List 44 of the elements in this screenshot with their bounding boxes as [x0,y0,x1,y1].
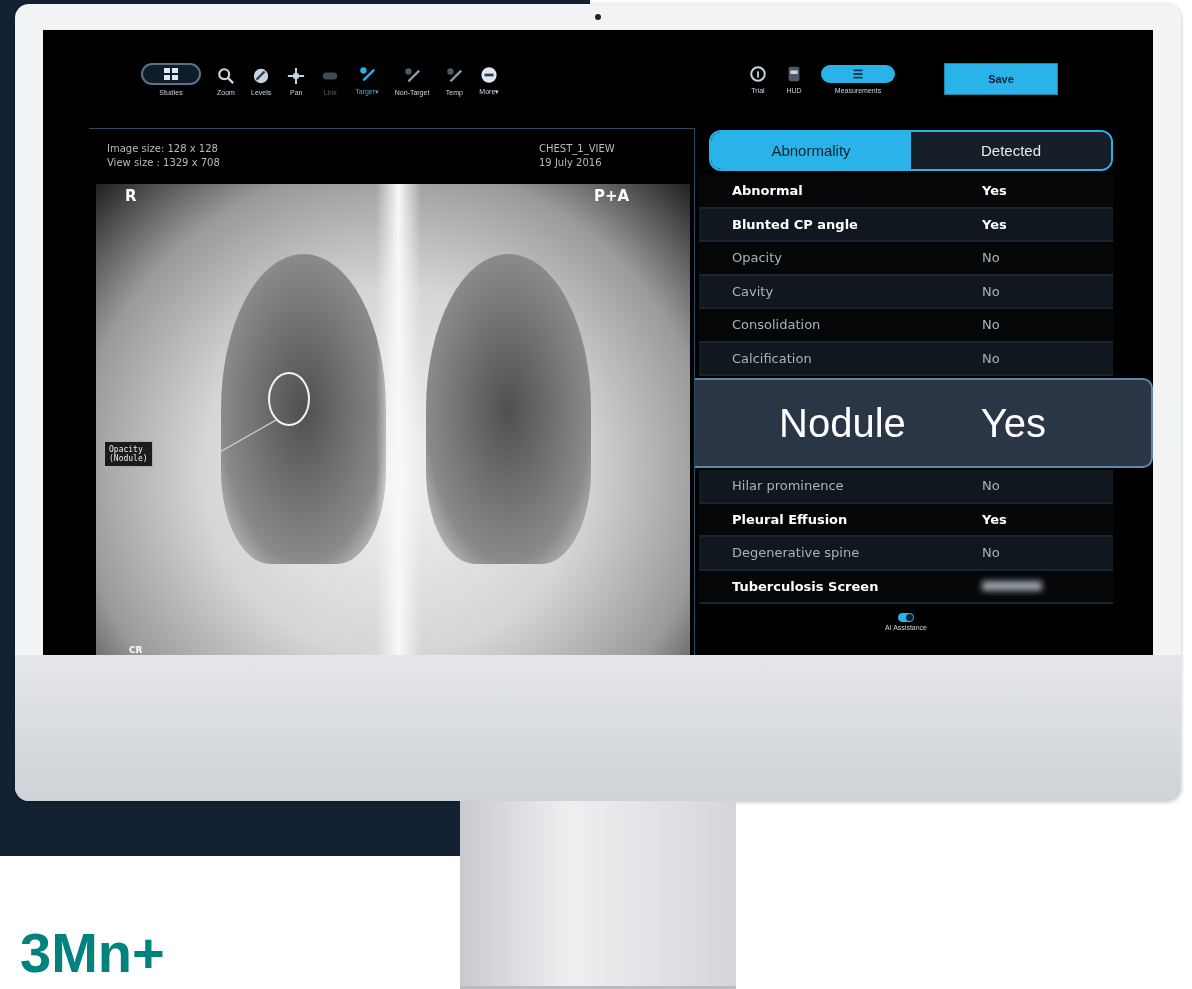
pen-icon [357,65,376,84]
blurred-value [982,581,1042,592]
info-icon [749,64,767,83]
pen-icon [403,66,421,85]
finding-name: Nodule [779,400,906,446]
headline: 3Mn+ [20,920,165,985]
tab[interactable]: Detected [911,132,1111,169]
finding-value: No [982,545,1000,561]
study-name-text: CHEST_1_VIEW [539,143,615,154]
more-icon [480,65,499,84]
search-icon [217,66,235,85]
finding-name: Tuberculosis Screen [732,578,880,594]
tab[interactable]: Abnormality [711,132,911,169]
finding-name: Degenerative spine [732,545,861,561]
finding-name: Calcification [732,350,813,366]
save-button[interactable]: Save [944,63,1058,95]
finding-value: No [982,283,1000,299]
finding-name: Cavity [732,283,775,299]
finding-value: Yes [982,216,1007,232]
study-date-text: 19 July 2016 [539,157,603,168]
camera-icon [595,14,601,20]
view-size-text: View size : 1329 x 708 [107,157,220,168]
finding-value: Yes [980,400,1047,446]
finding-name: Hilar prominence [732,478,845,494]
finding-name: Blunted CP angle [732,216,859,232]
contrast-icon [252,66,271,85]
finding-value: No [982,350,1000,366]
finding-value: Yes [982,511,1007,527]
finding-name: Consolidation [732,317,822,333]
finding-value: No [982,250,1000,266]
finding-value: No [982,478,1000,494]
grid-icon [141,62,201,85]
finding-name: Opacity [732,250,783,266]
pen-icon [445,66,464,85]
move-icon [287,66,306,85]
finding-value: No [982,317,1000,333]
finding-value: Yes [982,183,1007,199]
annotation-label: Opacity (Nodule) [104,441,153,467]
orientation-marker: P+A [594,187,630,205]
finding-name: Pleural Effusion [732,511,849,527]
side-marker: R [125,187,137,205]
finding-name: Abnormal [732,183,804,199]
modality-label: CR [129,645,143,655]
image-size-text: Image size: 128 x 128 [107,143,219,154]
